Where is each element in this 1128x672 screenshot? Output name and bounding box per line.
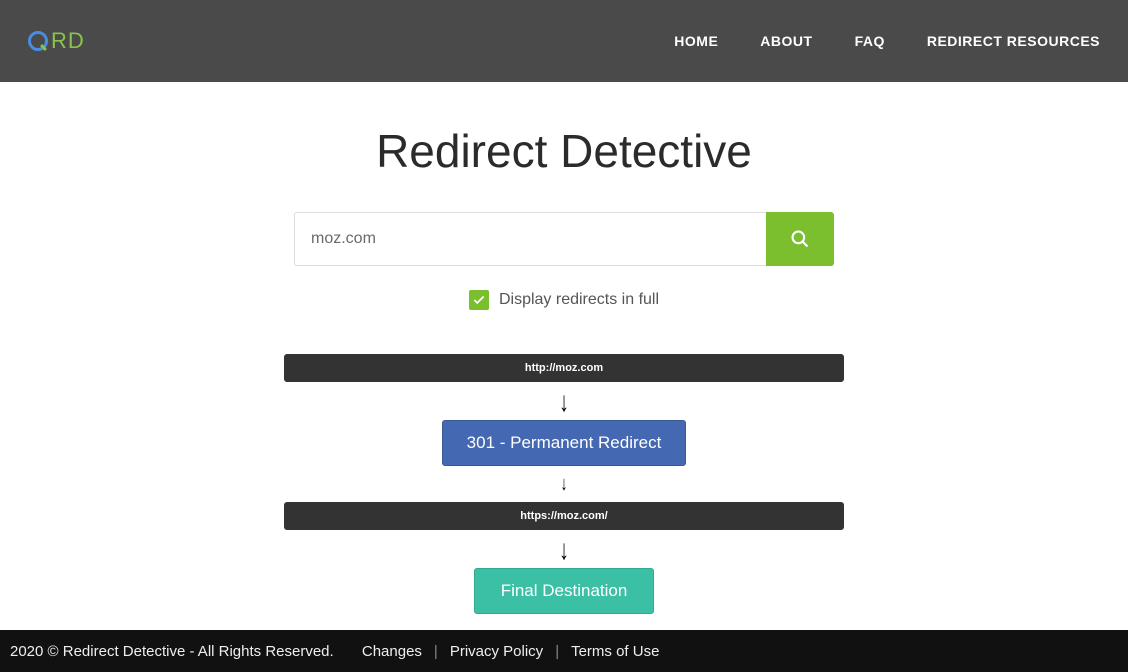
page-title: Redirect Detective [376, 124, 752, 178]
separator: | [555, 643, 559, 660]
trace-final-badge: Final Destination [474, 568, 655, 614]
footer: 2020 © Redirect Detective - All Rights R… [0, 630, 1128, 672]
search-icon [790, 229, 810, 249]
arrow-down-icon: ↓ [561, 474, 568, 494]
logo-letter-r: R [51, 28, 68, 54]
search-form [294, 212, 834, 266]
primary-nav: HOME ABOUT FAQ REDIRECT RESOURCES [674, 33, 1100, 49]
arrow-down-icon: ↓ [559, 536, 569, 564]
url-input[interactable] [294, 212, 766, 266]
nav-about[interactable]: ABOUT [760, 33, 812, 49]
logo-letter-d: D [68, 28, 85, 54]
nav-faq[interactable]: FAQ [855, 33, 885, 49]
display-full-checkbox[interactable] [469, 290, 489, 310]
footer-link-terms[interactable]: Terms of Use [571, 643, 659, 660]
footer-link-changes[interactable]: Changes [362, 643, 422, 660]
nav-resources[interactable]: REDIRECT RESOURCES [927, 33, 1100, 49]
logo[interactable]: R D [28, 28, 85, 54]
logo-q-icon [28, 31, 48, 51]
separator: | [434, 643, 438, 660]
footer-link-privacy[interactable]: Privacy Policy [450, 643, 543, 660]
check-icon [472, 293, 486, 307]
redirect-trace: http://moz.com ↓ 301 - Permanent Redirec… [284, 354, 844, 614]
display-full-row: Display redirects in full [469, 290, 659, 310]
arrow-down-icon: ↓ [559, 388, 569, 416]
top-bar: R D HOME ABOUT FAQ REDIRECT RESOURCES [0, 0, 1128, 82]
trace-status-301: 301 - Permanent Redirect [442, 420, 687, 466]
main-content: Redirect Detective Display redirects in … [0, 82, 1128, 614]
trace-url-source: http://moz.com [284, 354, 844, 382]
trace-url-dest: https://moz.com/ [284, 502, 844, 530]
display-full-label: Display redirects in full [499, 291, 659, 309]
search-button[interactable] [766, 212, 834, 266]
footer-copyright: 2020 © Redirect Detective - All Rights R… [10, 643, 334, 660]
nav-home[interactable]: HOME [674, 33, 718, 49]
